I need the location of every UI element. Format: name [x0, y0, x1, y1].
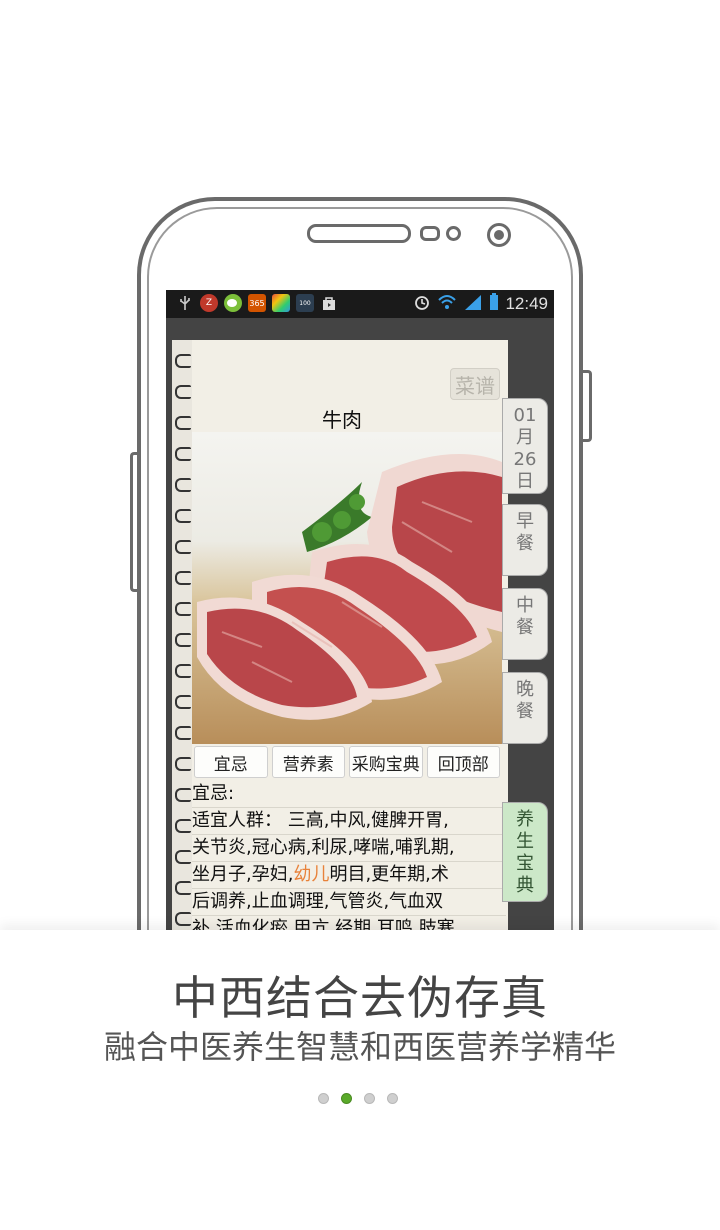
tab-char: 早	[516, 511, 534, 532]
spiral-ring	[175, 881, 191, 895]
section-label: 宜忌:	[192, 783, 235, 804]
highlight-link[interactable]: 幼儿	[293, 864, 329, 885]
tab-breakfast[interactable]: 早 餐	[502, 504, 548, 576]
content-line: 关节炎,冠心病,利尿,哮喘,哺乳期,	[192, 837, 455, 858]
spiral-ring	[175, 819, 191, 833]
promo-headline: 中西结合去伪存真	[172, 971, 548, 1025]
tab-char: 养	[516, 809, 534, 830]
tab-back-to-top[interactable]: 回顶部	[426, 746, 500, 778]
notebook-spine	[172, 340, 192, 930]
tab-shopping-guide[interactable]: 采购宝典	[349, 746, 423, 778]
recipe-tabs: 宜忌 营养素 采购宝典 回顶部	[194, 746, 500, 778]
tab-char: 中	[516, 595, 534, 616]
page-dot-active[interactable]	[341, 1093, 352, 1104]
spiral-ring	[175, 912, 191, 926]
spiral-ring	[175, 602, 191, 616]
tab-char: 宝	[516, 853, 534, 874]
tab-char: 生	[516, 831, 534, 852]
page-dot[interactable]	[364, 1093, 375, 1104]
page-dot[interactable]	[318, 1093, 329, 1104]
page-indicator	[318, 1093, 398, 1104]
recipe-title: 牛肉	[322, 408, 362, 432]
recipe-menu-button[interactable]: 菜谱	[450, 368, 500, 400]
tab-char: 月	[516, 427, 534, 448]
recipe-content: 宜忌: 适宜人群： 三高,中风,健脾开胃, 关节炎,冠心病,利尿,哮喘,哺乳期,…	[192, 780, 506, 930]
tab-dinner[interactable]: 晚 餐	[502, 672, 548, 744]
tab-char: 餐	[516, 701, 534, 722]
spiral-ring	[175, 540, 191, 554]
proximity-sensor	[420, 226, 440, 241]
notebook-board: 菜谱 牛肉 宜忌 营养素 采购宝典 回顶部 宜忌: 适宜人群： 三高,中风,健脾…	[166, 318, 554, 930]
status-time: 12:49	[505, 294, 548, 313]
photo-icon	[272, 294, 290, 312]
calendar-365-icon: 365	[248, 294, 266, 312]
spiral-ring	[175, 726, 191, 740]
tab-char: 01	[513, 405, 537, 426]
spiral-ring	[175, 850, 191, 864]
spiral-ring	[175, 385, 191, 399]
speaker-grille	[307, 224, 411, 243]
battery-small-icon: 100	[296, 294, 314, 312]
spiral-ring	[175, 788, 191, 802]
spiral-ring	[175, 354, 191, 368]
light-sensor	[446, 226, 461, 241]
tab-date[interactable]: 01 月 26 日	[502, 398, 548, 494]
alarm-icon	[413, 293, 431, 315]
signal-icon	[463, 293, 483, 315]
wechat-icon	[224, 294, 242, 312]
side-tab-strip: 01 月 26 日 早 餐 中 餐 晚 餐 养 生 宝 典	[502, 358, 554, 930]
spiral-ring	[175, 757, 191, 771]
content-line: 补,活血化瘀,甲亢,经期,耳鸣,肢寒	[192, 918, 455, 930]
spiral-ring	[175, 571, 191, 585]
spiral-ring	[175, 633, 191, 647]
spiral-ring	[175, 509, 191, 523]
tab-nutrients[interactable]: 营养素	[271, 746, 345, 778]
tab-char: 餐	[516, 533, 534, 554]
tab-health-guide[interactable]: 养 生 宝 典	[502, 802, 548, 902]
spiral-ring	[175, 478, 191, 492]
beef-photo	[192, 432, 502, 744]
tab-yiji[interactable]: 宜忌	[194, 746, 268, 778]
tab-char: 26	[513, 449, 537, 470]
spiral-ring	[175, 447, 191, 461]
zhihu-icon: Z	[200, 294, 218, 312]
content-text: 明目,更年期,术	[329, 864, 449, 885]
bag-icon	[320, 294, 338, 312]
recipe-page: 菜谱 牛肉 宜忌 营养素 采购宝典 回顶部 宜忌: 适宜人群： 三高,中风,健脾…	[172, 340, 508, 930]
spiral-ring	[175, 664, 191, 678]
tab-char: 晚	[516, 679, 534, 700]
content-line: 坐月子,孕妇,幼儿明目,更年期,术	[192, 861, 506, 888]
spiral-ring	[175, 695, 191, 709]
volume-button	[130, 452, 141, 592]
tab-char: 典	[516, 875, 534, 896]
tab-char: 日	[516, 471, 534, 492]
content-line: 适宜人群： 三高,中风,健脾开胃,	[192, 810, 449, 831]
content-text: 坐月子,孕妇,	[192, 864, 294, 885]
tab-char: 餐	[516, 617, 534, 638]
phone-screen: Z 365 100 12:49 菜谱 牛肉 宜忌 营养素 采购宝典 回顶部 宜忌…	[166, 290, 554, 930]
power-button	[582, 370, 592, 442]
tab-lunch[interactable]: 中 餐	[502, 588, 548, 660]
battery-icon	[489, 293, 499, 315]
spiral-ring	[175, 416, 191, 430]
status-bar: Z 365 100 12:49	[166, 290, 554, 318]
usb-icon	[176, 294, 194, 312]
wifi-icon	[437, 293, 457, 315]
page-dot[interactable]	[387, 1093, 398, 1104]
content-line: 后调养,止血调理,气管炎,气血双	[192, 891, 444, 912]
front-camera	[487, 223, 511, 247]
promo-subline: 融合中医养生智慧和西医营养学精华	[103, 1028, 616, 1066]
